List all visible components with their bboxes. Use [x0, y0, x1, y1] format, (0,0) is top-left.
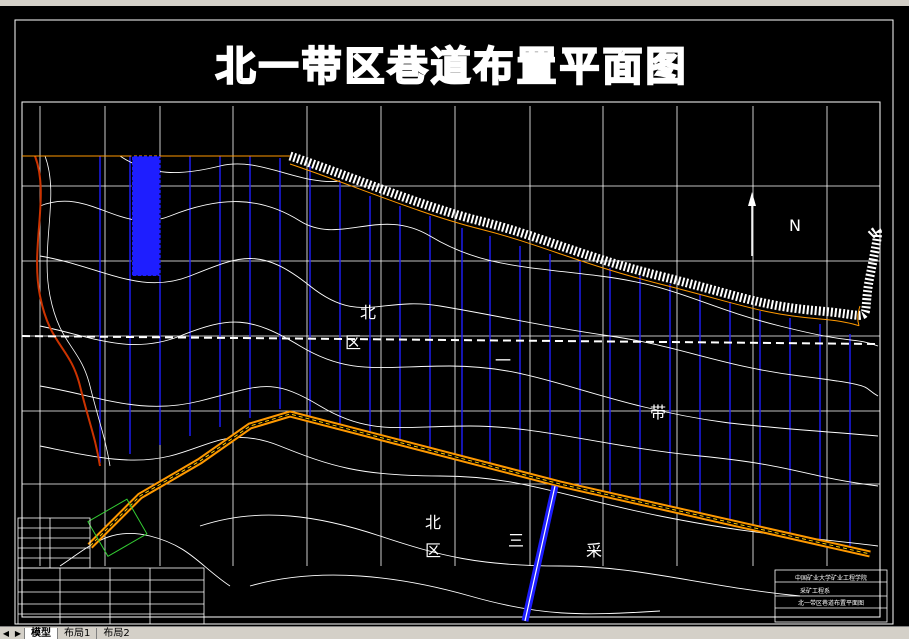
area-label: 带 — [650, 403, 666, 422]
tab-nav-prev-icon[interactable]: ◀ — [0, 628, 12, 639]
tab-layout1[interactable]: 布局1 — [57, 627, 96, 639]
area-label: 一 — [495, 351, 511, 370]
title-block: 中国矿业大学矿业工程学院 采矿工程系 北一带区巷道布置平面图 — [774, 569, 888, 623]
area-label: 三 — [508, 531, 524, 550]
legend-table — [17, 517, 205, 625]
cad-drawing-canvas[interactable]: 北一带区巷道布置平面图 N 北 区 一 带 北 区 三 采 中国矿业大学矿业工程… — [0, 6, 909, 626]
tab-nav-next-icon[interactable]: ▶ — [12, 628, 24, 639]
north-arrow: N — [748, 192, 801, 256]
working-panel-lines — [99, 156, 851, 546]
north-label: N — [789, 216, 801, 235]
reserved-block — [131, 155, 161, 277]
outcrop-boundary — [288, 151, 882, 327]
area-labels-upper: 北 区 一 带 — [345, 303, 666, 422]
branch-roadway — [521, 485, 559, 622]
area-label: 采 — [586, 541, 602, 560]
title-block-line2: 采矿工程系 — [800, 587, 830, 595]
fault-zone — [34, 155, 111, 467]
cad-drawing[interactable]: 北一带区巷道布置平面图 N 北 区 一 带 北 区 三 采 中国矿业大学矿业工程… — [0, 6, 909, 626]
drawing-title: 北一带区巷道布置平面图 — [216, 44, 689, 90]
layout-tab-bar: ◀ ▶ 模型 布局1 布局2 — [0, 626, 909, 639]
title-block-line1: 中国矿业大学矿业工程学院 — [795, 574, 867, 582]
main-dashed-axis — [21, 335, 881, 345]
shaft-marker — [87, 498, 148, 558]
area-label: 北 — [360, 303, 376, 322]
area-label: 北 — [425, 513, 441, 532]
tab-layout2[interactable]: 布局2 — [96, 627, 135, 639]
title-block-line3: 北一带区巷道布置平面图 — [798, 599, 864, 607]
tab-model[interactable]: 模型 — [24, 627, 57, 639]
area-labels-lower: 北 区 三 采 — [425, 513, 602, 560]
area-label: 区 — [345, 333, 361, 352]
area-label: 区 — [425, 541, 441, 560]
